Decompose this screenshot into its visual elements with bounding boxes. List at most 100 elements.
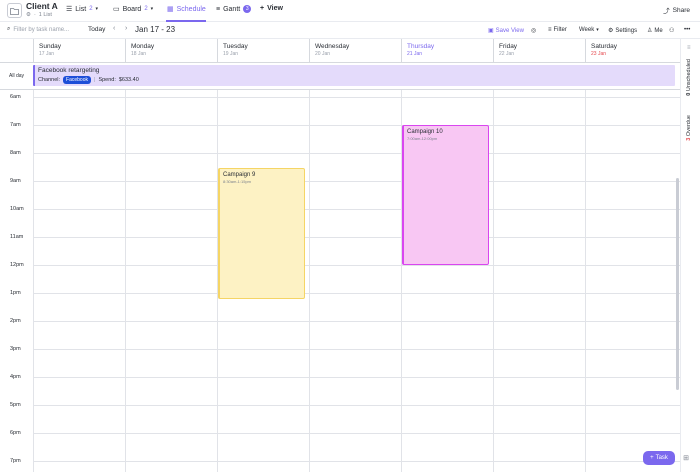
day-header-sunday: Sunday 17 Jan (33, 39, 125, 63)
hour-label: 6pm (10, 430, 21, 436)
board-icon: ▭ (113, 6, 120, 13)
list-count: 1 List (38, 12, 52, 18)
tab-gantt[interactable]: ≡ Gantt 3 (216, 5, 252, 13)
day-header-saturday: Saturday 23 Jan (585, 39, 680, 63)
all-day-event[interactable]: Facebook retargeting Channel: Facebook |… (33, 65, 675, 86)
unscheduled-tab[interactable]: 0 Unscheduled (686, 59, 692, 96)
hour-line (33, 265, 680, 266)
hour-line (33, 321, 680, 322)
hour-label: 8am (10, 150, 21, 156)
column-divider (125, 90, 126, 472)
event-title: Facebook retargeting (38, 67, 100, 74)
scrollbar[interactable] (676, 178, 679, 390)
apps-grid-icon[interactable]: ⊞ (680, 452, 692, 464)
hour-line (33, 237, 680, 238)
hour-line (33, 377, 680, 378)
hour-label: 10am (10, 206, 24, 212)
event-campaign-9[interactable]: Campaign 9 8:30am-1:15pm (218, 168, 305, 299)
search-icon: ⌕ (7, 26, 11, 32)
channel-pill: Facebook (63, 76, 91, 84)
chevron-down-icon: ▾ (150, 6, 154, 12)
day-header-thursday: Thursday 21 Jan (401, 39, 493, 63)
add-task-button[interactable]: + Task (643, 451, 675, 465)
people-icon[interactable]: ⚇ (669, 27, 674, 34)
event-campaign-10[interactable]: Campaign 10 7:00am-12:00pm (402, 125, 489, 265)
save-icon: ▣ (488, 28, 494, 34)
hour-label: 7pm (10, 458, 21, 464)
gear-icon: ⚙ (608, 28, 614, 34)
panel-toggle-icon[interactable]: ≡ (687, 45, 691, 51)
share-button[interactable]: ⤴ Share (663, 5, 690, 16)
chevron-down-icon: ▾ (596, 27, 599, 33)
date-range: Jan 17 - 23 (135, 25, 176, 34)
folder-icon[interactable] (7, 3, 22, 18)
column-divider (309, 90, 310, 472)
calendar-icon: ▦ (167, 6, 174, 13)
day-header-monday: Monday 18 Jan (125, 39, 217, 63)
day-header-friday: Friday 22 Jan (493, 39, 585, 63)
dot-separator: · (33, 12, 36, 18)
today-button[interactable]: Today (88, 26, 105, 33)
hour-label: 3pm (10, 346, 21, 352)
board-count-badge: 2 (144, 6, 148, 12)
save-view-button[interactable]: ▣ Save View (488, 27, 524, 35)
hour-label: 9am (10, 178, 21, 184)
share-icon: ⤴ (663, 8, 670, 15)
hour-label: 1pm (10, 290, 21, 296)
column-divider (585, 90, 586, 472)
filter-icon: ≡ (548, 27, 552, 33)
all-day-row: All day Facebook retargeting Channel: Fa… (0, 63, 680, 90)
event-fields: Channel: Facebook | Spend: $633.40 (38, 76, 139, 84)
top-bar: Client A ⚙ · 1 List ☰ List 2 ▾ ▭ Board 2… (0, 0, 700, 22)
week-dropdown[interactable]: Week ▾ (579, 27, 599, 33)
hour-label: 2pm (10, 318, 21, 324)
settings-button[interactable]: ⚙ Settings (608, 27, 637, 35)
hour-label: 7am (10, 122, 21, 128)
hour-line (33, 97, 680, 98)
gear-icon[interactable]: ⚙ (26, 12, 31, 18)
right-rail: ≡ 0 Unscheduled 3 Overdue (680, 39, 700, 472)
hour-line (33, 293, 680, 294)
tab-schedule[interactable]: ▦ Schedule (167, 5, 206, 14)
plus-icon: + (260, 5, 265, 12)
prev-week-icon[interactable]: ‹ (113, 25, 115, 32)
hour-line (33, 125, 680, 126)
hour-label: 12pm (10, 262, 24, 268)
hour-line (33, 349, 680, 350)
hour-label: 11am (10, 234, 24, 240)
next-week-icon[interactable]: › (125, 25, 127, 32)
hour-label: 4pm (10, 374, 21, 380)
add-view-button[interactable]: + View (260, 5, 283, 12)
all-day-label: All day (9, 73, 25, 79)
hour-line (33, 461, 680, 462)
hour-line (33, 405, 680, 406)
search-input[interactable]: ⌕ Filter by task name... (7, 26, 69, 33)
toolbar: ⌕ Filter by task name... Today ‹ › Jan 1… (0, 22, 700, 39)
chevron-down-icon: ▾ (95, 6, 99, 12)
day-header-tuesday: Tuesday 19 Jan (217, 39, 309, 63)
hour-label: 5pm (10, 402, 21, 408)
project-title[interactable]: Client A (26, 1, 58, 11)
gantt-icon: ≡ (216, 5, 221, 13)
separator: | (94, 77, 96, 83)
hour-line (33, 433, 680, 434)
hour-line (33, 181, 680, 182)
column-divider (33, 90, 34, 472)
day-header-wednesday: Wednesday 20 Jan (309, 39, 401, 63)
hour-line (33, 209, 680, 210)
calendar-header: Sunday 17 Jan Monday 18 Jan Tuesday 19 J… (0, 39, 680, 63)
person-filter-icon[interactable]: ◎ (531, 27, 536, 34)
gantt-count-badge: 3 (243, 5, 252, 13)
hour-label: 6am (10, 94, 21, 100)
overdue-tab[interactable]: 3 Overdue (686, 115, 692, 141)
more-icon[interactable]: ••• (684, 27, 690, 33)
me-filter-button[interactable]: ♙ Me (647, 27, 663, 35)
filter-button[interactable]: ≡ Filter (548, 27, 567, 33)
tab-list[interactable]: ☰ List 2 ▾ (66, 5, 99, 14)
hour-line (33, 153, 680, 154)
spend-value: $633.40 (118, 77, 139, 83)
tab-board[interactable]: ▭ Board 2 ▾ (113, 5, 154, 14)
user-icon: ♙ (647, 28, 653, 34)
column-divider (493, 90, 494, 472)
calendar-grid[interactable]: 6am 7am 8am 9am 10am 11am 12pm 1pm 2pm 3… (0, 90, 680, 472)
